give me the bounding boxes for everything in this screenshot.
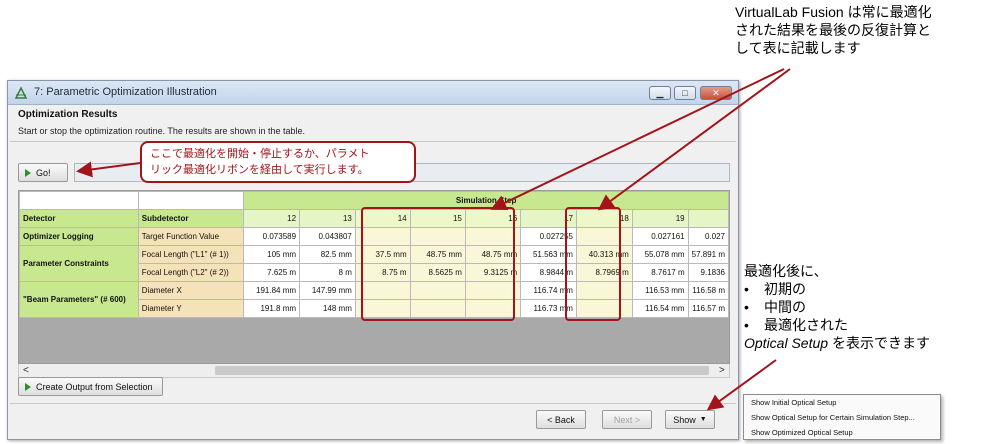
note-top-line-1: VirtualLab Fusion は常に最適化 [735, 4, 932, 20]
arrow-to-steps [490, 68, 785, 211]
list-item: • 最適化された [744, 317, 848, 333]
arrow-to-step-18 [597, 68, 791, 211]
note-top: VirtualLab Fusion は常に最適化 された結果を最後の反復計算と … [735, 3, 932, 57]
note-right: 最適化後に、 • 初期の • 中間の • 最適化された Optical Setup を… [744, 262, 930, 352]
arrow-to-go [76, 161, 141, 178]
note-top-line-3: して表に記載します [735, 40, 861, 56]
note-right-line-1: 最適化後に、 [744, 263, 828, 279]
note-right-list: • 初期の • 中間の • 最適化された [744, 280, 930, 334]
arrow-to-show [706, 359, 777, 411]
list-item: • 初期の [744, 281, 806, 297]
annotation-arrows [76, 68, 791, 411]
list-item: • 中間の [744, 299, 806, 315]
note-top-line-2: された結果を最後の反復計算と [735, 22, 931, 38]
note-right-last-line: Optical Setup を表示できます [744, 335, 930, 351]
